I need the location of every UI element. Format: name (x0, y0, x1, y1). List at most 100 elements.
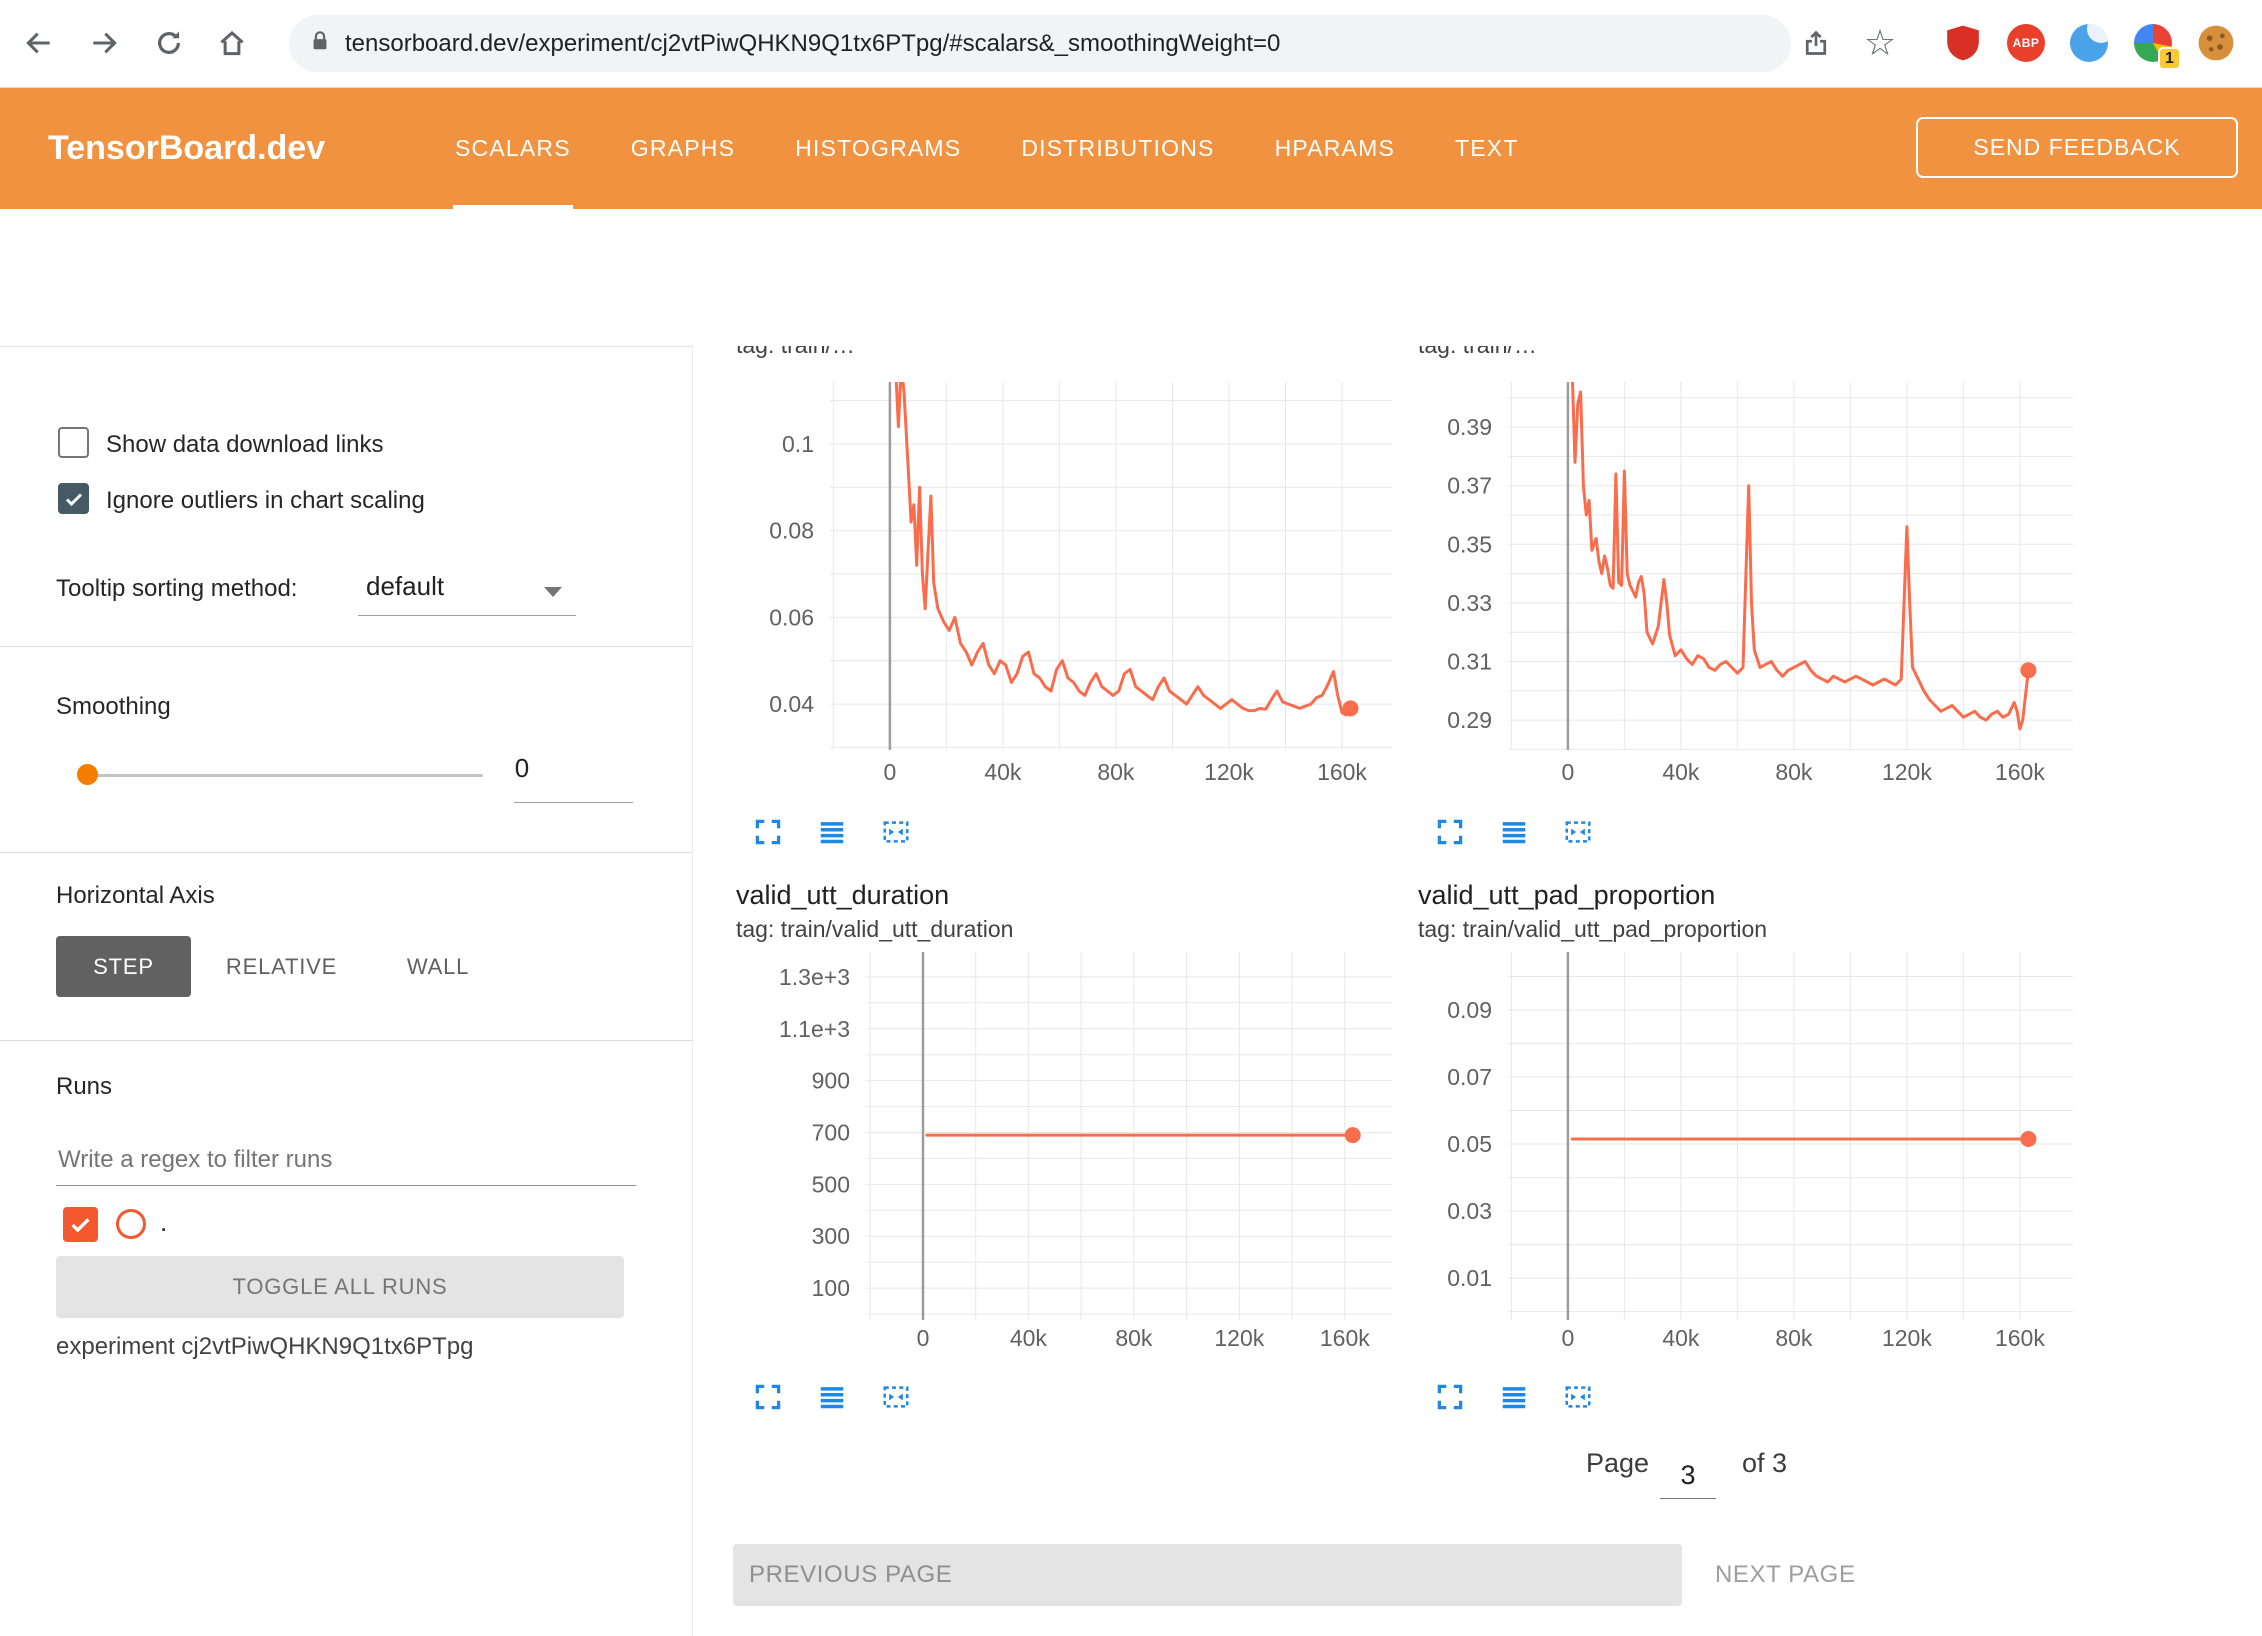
last-point-marker (1345, 1127, 1361, 1143)
line-chart-plot: 1003005007009001.1e+31.3e+3040k80k120k16… (779, 952, 1392, 1351)
extension-shield-icon[interactable] (1944, 24, 1982, 62)
tab-graphs[interactable]: GRAPHS (601, 87, 765, 209)
browser-toolbar: tensorboard.dev/experiment/cj2vtPiwQHKN9… (0, 0, 2262, 88)
axis-wall-button[interactable]: WALL (389, 936, 487, 997)
y-tick-label: 0.05 (1447, 1131, 1492, 1157)
tab-text[interactable]: TEXT (1425, 87, 1549, 209)
expand-icon[interactable] (750, 815, 786, 849)
divider (0, 646, 693, 647)
chart-tag-clipped: tag: train/… (736, 346, 855, 359)
last-point-marker (2020, 1131, 2036, 1147)
tab-scalars[interactable]: SCALARS (425, 87, 601, 209)
tooltip-sorting-select[interactable]: default (366, 571, 444, 602)
y-tick-label: 0.39 (1447, 414, 1492, 440)
line-chart-plot: 0.040.060.080.1040k80k120k160k (769, 346, 1392, 785)
x-tick-label: 40k (984, 759, 1022, 785)
extension-abp-icon[interactable]: ABP (2007, 24, 2045, 62)
y-tick-label: 0.03 (1447, 1198, 1492, 1224)
y-tick-label: 900 (812, 1068, 850, 1094)
extension-avatar-icon[interactable]: 1 (2134, 24, 2172, 62)
previous-page-button[interactable]: PREVIOUS PAGE (733, 1544, 1682, 1606)
last-point-marker (1343, 700, 1359, 716)
send-feedback-button[interactable]: SEND FEEDBACK (1916, 117, 2238, 178)
tab-hparams[interactable]: HPARAMS (1245, 87, 1425, 209)
axis-relative-button[interactable]: RELATIVE (212, 936, 351, 997)
x-tick-label: 120k (1204, 759, 1254, 785)
x-tick-label: 80k (1097, 759, 1135, 785)
y-tick-label: 1.1e+3 (779, 1016, 850, 1042)
y-axis-lines-icon[interactable] (814, 815, 850, 849)
run-filter-input[interactable] (56, 1135, 636, 1186)
x-tick-label: 80k (1775, 759, 1813, 785)
smoothing-slider-track[interactable] (80, 774, 483, 777)
smoothing-slider-knob[interactable] (77, 764, 98, 785)
ignore-outliers-label: Ignore outliers in chart scaling (106, 487, 425, 515)
smoothing-value[interactable]: 0 (500, 753, 544, 784)
home-icon[interactable] (203, 14, 261, 72)
fit-domain-icon[interactable] (878, 815, 914, 849)
fit-domain-icon[interactable] (878, 1380, 914, 1414)
share-icon[interactable] (1787, 14, 1845, 72)
main-nav: SCALARS GRAPHS HISTOGRAMS DISTRIBUTIONS … (425, 87, 1549, 209)
forward-icon[interactable] (75, 14, 133, 72)
x-tick-label: 80k (1115, 1325, 1153, 1351)
page-total-label: of 3 (1742, 1448, 1787, 1479)
expand-icon[interactable] (1432, 815, 1468, 849)
x-tick-label: 0 (1562, 1325, 1575, 1351)
y-axis-lines-icon[interactable] (1496, 1380, 1532, 1414)
chart-toolbar (750, 815, 914, 849)
y-tick-label: 0.07 (1447, 1064, 1492, 1090)
x-tick-label: 80k (1775, 1325, 1813, 1351)
expand-icon[interactable] (1432, 1380, 1468, 1414)
chevron-down-icon[interactable] (544, 587, 562, 597)
next-page-button[interactable]: NEXT PAGE (1699, 1544, 1979, 1606)
padlock-icon[interactable] (309, 29, 331, 58)
axis-step-button[interactable]: STEP (56, 936, 191, 997)
x-tick-label: 160k (1995, 1325, 2045, 1351)
address-bar[interactable]: tensorboard.dev/experiment/cj2vtPiwQHKN9… (289, 15, 1791, 72)
y-tick-label: 0.08 (769, 518, 814, 544)
back-icon[interactable] (10, 14, 68, 72)
experiment-subheader: Crea LSTM transducer training for LibriS… (0, 209, 2262, 346)
y-tick-label: 0.31 (1447, 649, 1492, 675)
x-tick-label: 120k (1882, 1325, 1932, 1351)
expand-icon[interactable] (750, 1380, 786, 1414)
extension-badge: 1 (2158, 47, 2181, 70)
y-axis-lines-icon[interactable] (1496, 815, 1532, 849)
show-download-links-label: Show data download links (106, 431, 384, 459)
reload-icon[interactable] (140, 14, 198, 72)
toggle-all-runs-button[interactable]: TOGGLE ALL RUNS (56, 1256, 624, 1318)
ignore-outliers-checkbox[interactable] (58, 483, 89, 514)
y-axis-lines-icon[interactable] (814, 1380, 850, 1414)
show-download-links-checkbox[interactable] (58, 427, 89, 458)
y-tick-label: 0.1 (782, 431, 814, 457)
chart-toolbar (1432, 1380, 1596, 1414)
y-tick-label: 0.35 (1447, 531, 1492, 557)
line-chart-plot: 0.290.310.330.350.370.39040k80k120k160k (1447, 369, 2073, 786)
scalar-charts-area: 0.04 0.06 0.08 0.1 0 40k 80k 120k 160k 0.290.310.… (693, 346, 2262, 1636)
extension-blue-icon[interactable] (2070, 24, 2108, 62)
runs-label: Runs (56, 1073, 112, 1101)
charts-canvas: 0.04 0.06 0.08 0.1 0 40k 80k 120k 160k 0.290.310.… (693, 346, 2262, 1636)
abp-label: ABP (2007, 24, 2045, 62)
tab-distributions[interactable]: DISTRIBUTIONS (991, 87, 1244, 209)
y-tick-label: 300 (812, 1223, 850, 1249)
fit-domain-icon[interactable] (1560, 815, 1596, 849)
y-tick-label: 0.04 (769, 691, 814, 717)
settings-sidebar: Show data download links Ignore outliers… (0, 346, 693, 1636)
x-tick-label: 120k (1214, 1325, 1264, 1351)
run-color-radio[interactable] (116, 1209, 146, 1239)
y-tick-label: 0.06 (769, 604, 814, 630)
experiment-id-text: experiment cj2vtPiwQHKN9Q1tx6PTpg (56, 1333, 474, 1361)
bookmark-star-icon[interactable]: ☆ (1851, 14, 1909, 72)
extension-cookie-icon[interactable] (2197, 24, 2235, 62)
fit-domain-icon[interactable] (1560, 1380, 1596, 1414)
last-point-marker (2020, 662, 2036, 678)
url-text: tensorboard.dev/experiment/cj2vtPiwQHKN9… (345, 30, 1280, 58)
y-tick-label: 500 (812, 1171, 850, 1197)
page-label: Page (1586, 1448, 1649, 1479)
run-checkbox[interactable] (63, 1207, 98, 1242)
tab-histograms[interactable]: HISTOGRAMS (765, 87, 991, 209)
x-tick-label: 40k (1662, 1325, 1700, 1351)
page-number-input[interactable] (1660, 1452, 1716, 1499)
